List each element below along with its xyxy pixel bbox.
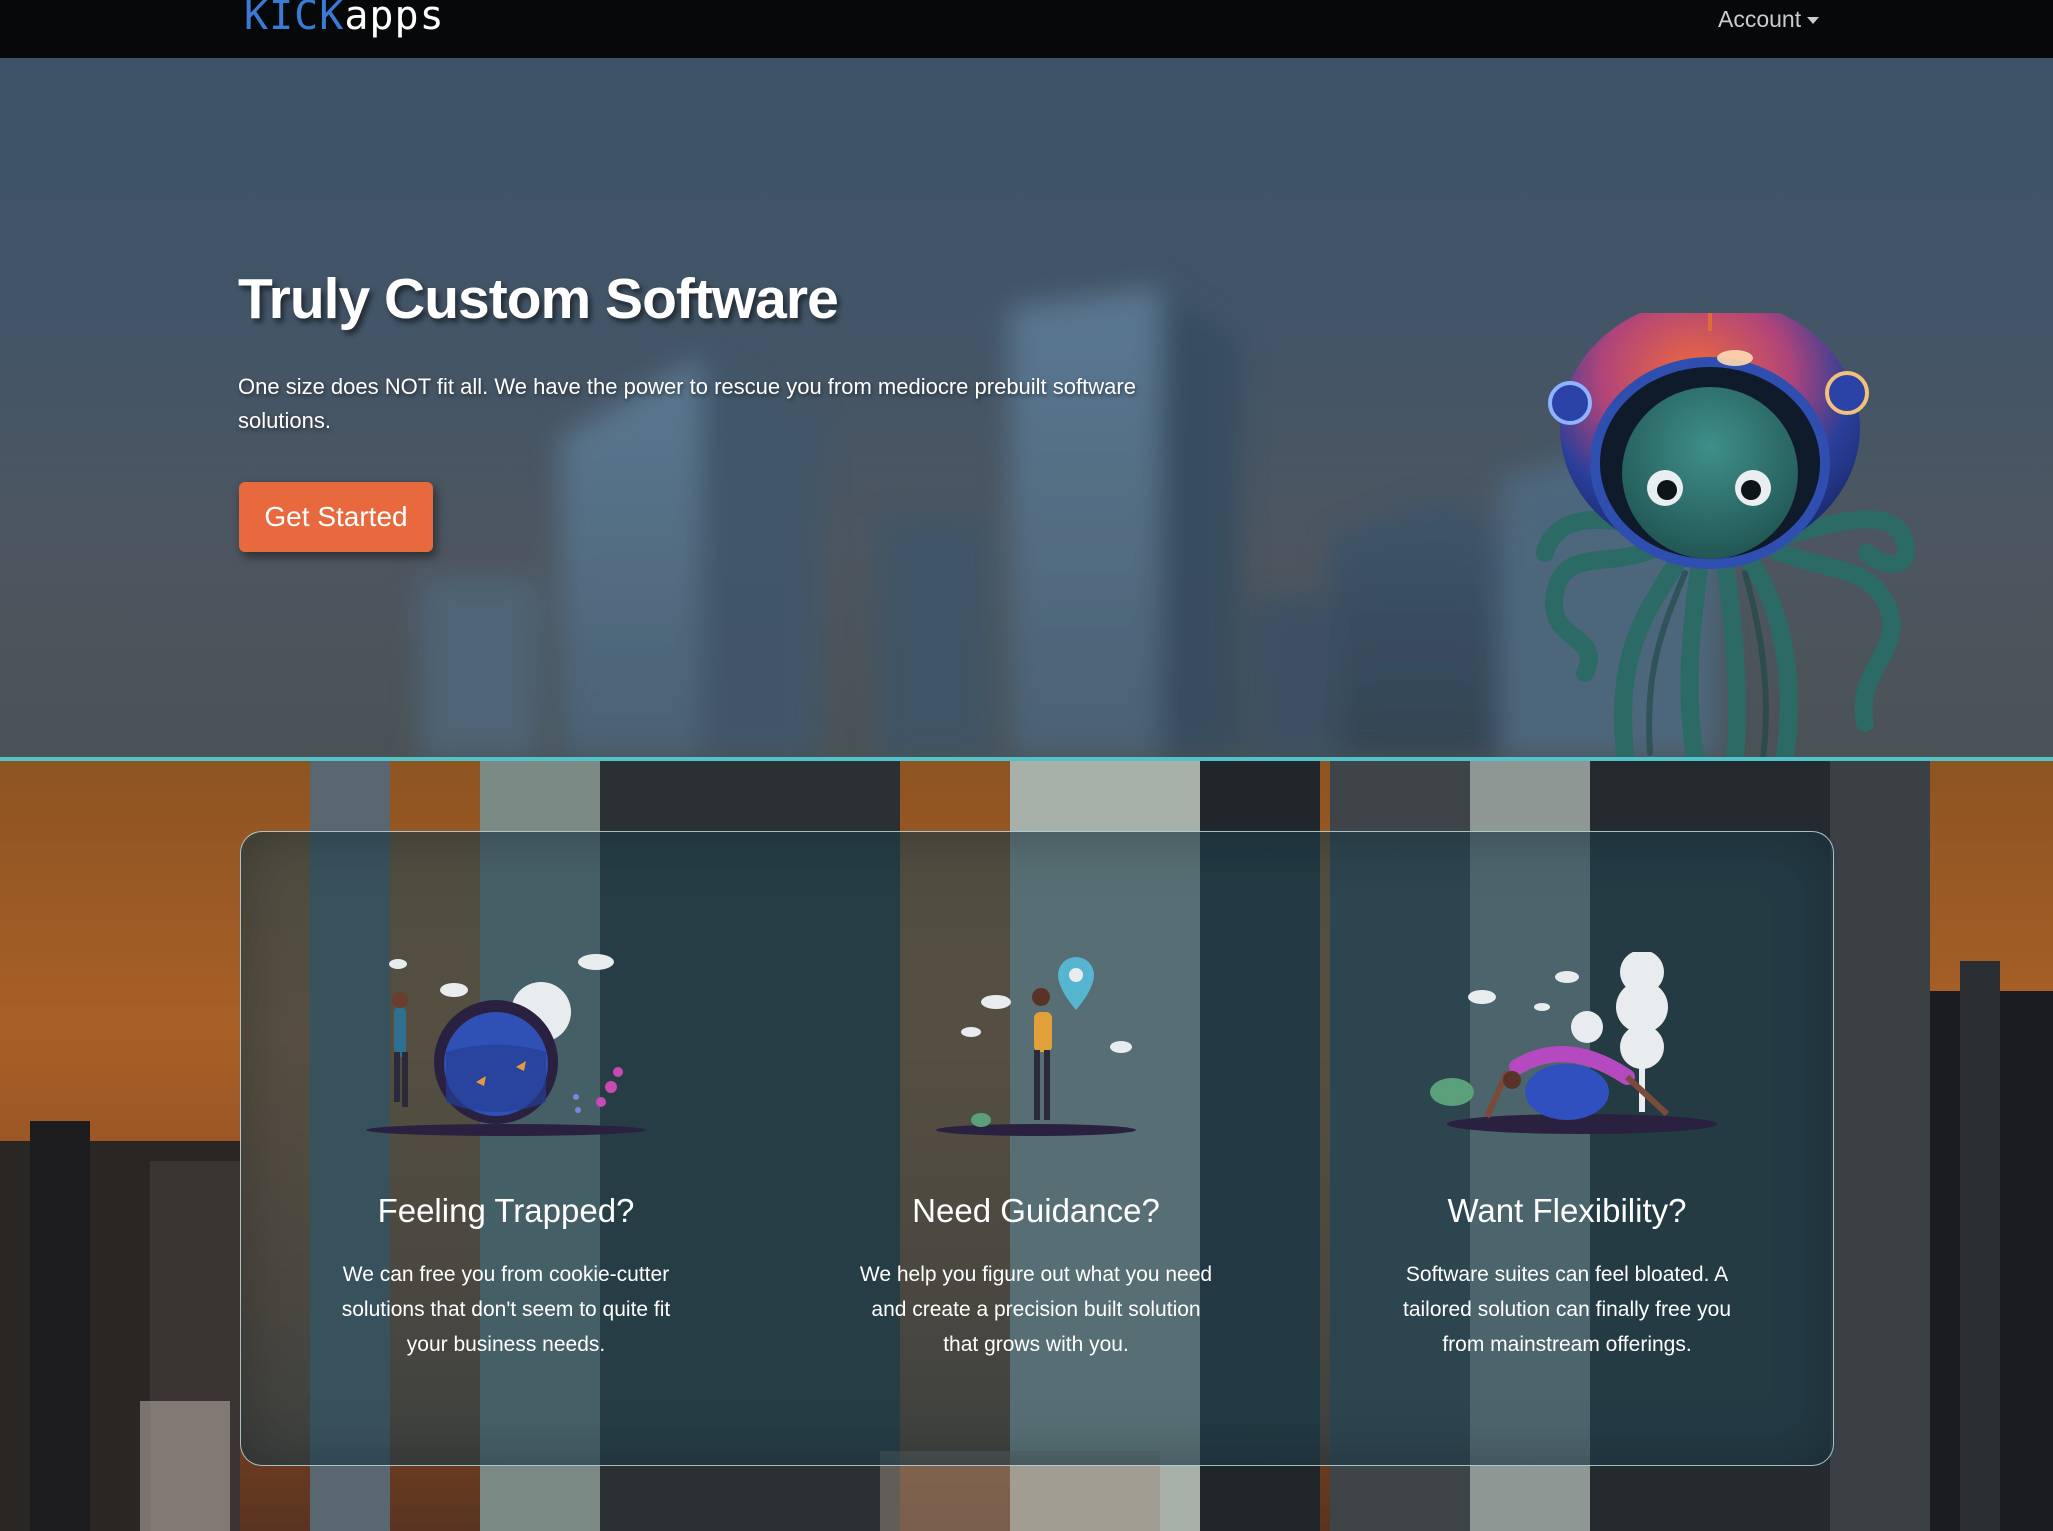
hero-subtitle: One size does NOT fit all. We have the p…: [238, 374, 1136, 433]
features-section: Feeling Trapped? We can free you from co…: [0, 761, 2053, 1531]
feature-need-guidance: Need Guidance? We help you figure out wh…: [826, 832, 1246, 1465]
section-divider: [0, 757, 2053, 761]
octopus-astronaut-illustration: [1536, 313, 1916, 758]
logo-apps-text: apps: [344, 0, 445, 39]
navbar: KICKapps Account: [0, 0, 2053, 58]
get-started-button[interactable]: Get Started: [239, 482, 433, 552]
account-dropdown[interactable]: Account: [1718, 4, 1820, 34]
feature-feeling-trapped: Feeling Trapped? We can free you from co…: [296, 832, 716, 1465]
feature-text: Software suites can feel bloated. A tail…: [1402, 1263, 1732, 1356]
feature-want-flexibility: Want Flexibility? Software suites can fe…: [1357, 832, 1777, 1465]
caret-down-icon: [1807, 16, 1820, 24]
person-location-pin-illustration: [936, 957, 1136, 1136]
feature-title: Want Flexibility?: [1447, 1192, 1687, 1229]
feature-title: Need Guidance?: [912, 1192, 1160, 1229]
features-card: Feeling Trapped? We can free you from co…: [240, 831, 1834, 1466]
feature-title: Feeling Trapped?: [377, 1192, 635, 1229]
person-yoga-ball-illustration: [1430, 952, 1717, 1134]
logo[interactable]: KICKapps: [244, 0, 445, 38]
hero-title: Truly Custom Software: [238, 267, 839, 331]
feature-text: We can free you from cookie-cutter solut…: [341, 1263, 671, 1356]
page: KICKapps Account Truly Custom Software O…: [0, 0, 2053, 1531]
account-label: Account: [1718, 5, 1802, 32]
logo-kick-text: KICK: [244, 0, 345, 39]
feature-text: We help you figure out what you need and…: [859, 1263, 1213, 1356]
hero-section: Truly Custom Software One size does NOT …: [0, 58, 2053, 758]
person-fishbowl-illustration: [366, 954, 646, 1136]
